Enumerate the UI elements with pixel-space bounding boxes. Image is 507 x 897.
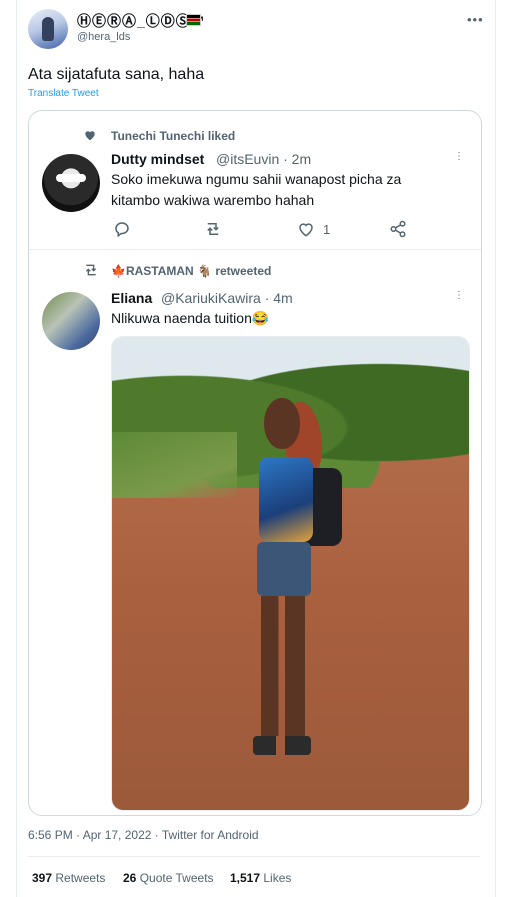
reply-icon[interactable] xyxy=(113,220,131,238)
heart-icon xyxy=(83,128,97,147)
likes-stat[interactable]: 1,517 Likes xyxy=(230,871,291,885)
quoted-more-icon[interactable]: ⋮ xyxy=(454,151,465,162)
tweet-photo[interactable] xyxy=(111,336,470,811)
share-icon[interactable] xyxy=(389,220,407,238)
quote-tweets-stat[interactable]: 26 Quote Tweets xyxy=(123,871,214,885)
quoted-user-name[interactable]: Eliana xyxy=(111,290,152,306)
tweet-text: Ata sijatafuta sana, haha xyxy=(28,66,205,83)
like-count: 1 xyxy=(323,222,331,237)
author-handle[interactable]: @hera_lds xyxy=(77,31,130,43)
eliana-avatar[interactable] xyxy=(42,292,100,350)
quoted-more-icon[interactable]: ⋮ xyxy=(454,290,465,301)
retweets-stat[interactable]: 397 Retweets xyxy=(32,871,105,885)
quoted-text-line-2: kitambo wakiwa warembo hahah xyxy=(111,192,315,208)
quoted-user-handle[interactable]: @KariukiKawira · 4m xyxy=(161,290,293,306)
embedded-screenshot: Tunechi Tunechi liked Dutty mindset @its… xyxy=(28,110,482,816)
retweet-context-icon xyxy=(82,262,100,283)
kenya-flag-icon xyxy=(186,14,201,26)
like-icon[interactable] xyxy=(297,220,315,238)
quoted-user-handle[interactable]: @itsEuvin · 2m xyxy=(216,151,311,167)
retweet-icon[interactable] xyxy=(203,220,223,238)
quoted-text: Nlikuwa naenda tuition😂 xyxy=(111,310,270,326)
tweet-timestamp[interactable]: 6:56 PM · Apr 17, 2022 · Twitter for And… xyxy=(28,828,259,842)
quoted-text-line-1: Soko imekuwa ngumu sahii wanapost picha … xyxy=(111,171,402,187)
translate-tweet-link[interactable]: Translate Tweet xyxy=(28,88,99,99)
card-divider xyxy=(29,249,481,250)
author-avatar[interactable] xyxy=(28,9,68,49)
dutty-mindset-avatar[interactable] xyxy=(42,154,100,212)
social-context-retweeted: 🍁RASTAMAN 🐐 retweeted xyxy=(111,264,272,278)
quoted-user-name[interactable]: Dutty mindset xyxy=(111,151,204,167)
stats-divider xyxy=(28,856,480,857)
social-context-liked: Tunechi Tunechi liked xyxy=(111,129,236,143)
more-options-icon[interactable]: ••• xyxy=(467,12,484,27)
